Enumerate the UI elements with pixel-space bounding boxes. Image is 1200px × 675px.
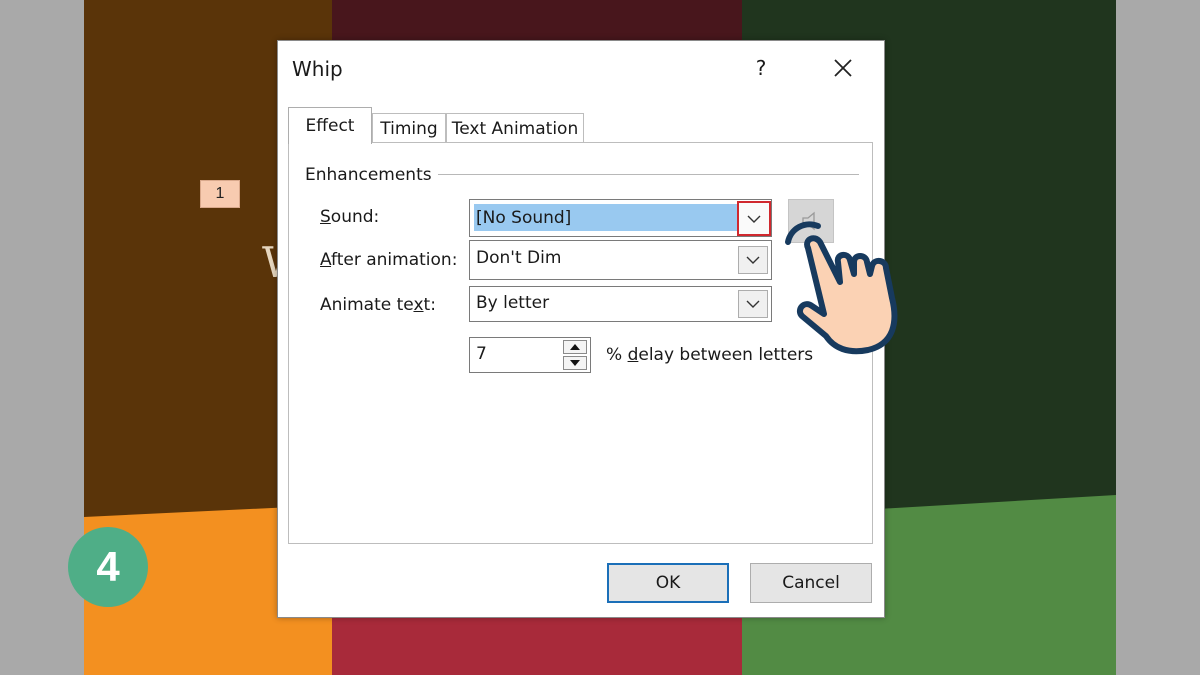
sound-label: Sound: xyxy=(320,207,379,227)
letter-delay-value[interactable]: 7 xyxy=(476,344,487,364)
letter-delay-label-accel: d xyxy=(627,345,639,365)
chevron-down-icon xyxy=(746,256,760,264)
spin-down-button[interactable] xyxy=(563,356,587,370)
step-number-badge: 4 xyxy=(68,527,148,607)
animate-text-label-pre: Animate te xyxy=(320,295,414,315)
close-icon xyxy=(834,59,852,77)
after-animation-dropdown-button[interactable] xyxy=(738,246,768,274)
sound-label-accel: S xyxy=(320,207,331,227)
chevron-down-icon xyxy=(746,300,760,308)
enhancements-group-label: Enhancements xyxy=(305,165,438,185)
triangle-up-icon xyxy=(570,344,580,350)
sound-dropdown-button[interactable] xyxy=(737,201,771,236)
triangle-down-icon xyxy=(570,360,580,366)
close-button[interactable] xyxy=(826,51,860,85)
sound-dropdown[interactable]: [No Sound] xyxy=(469,199,772,237)
letter-delay-spinner[interactable]: 7 xyxy=(469,337,591,373)
animate-text-dropdown[interactable]: By letter xyxy=(469,286,772,322)
help-button[interactable]: ? xyxy=(746,53,776,83)
letter-delay-label-pre: % xyxy=(606,345,628,365)
animate-text-label: Animate text: xyxy=(320,295,436,315)
after-animation-value: Don't Dim xyxy=(476,248,562,268)
animate-text-label-accel: x xyxy=(413,295,424,315)
ok-button[interactable]: OK xyxy=(607,563,729,603)
tab-text-animation[interactable]: Text Animation xyxy=(446,113,584,143)
cancel-button[interactable]: Cancel xyxy=(750,563,872,603)
after-animation-dropdown[interactable]: Don't Dim xyxy=(469,240,772,280)
tab-effect[interactable]: Effect xyxy=(288,107,372,144)
spin-up-button[interactable] xyxy=(563,340,587,354)
animate-text-label-post: t: xyxy=(423,295,436,315)
tab-timing[interactable]: Timing xyxy=(372,113,446,143)
sound-label-rest: ound: xyxy=(330,207,380,227)
animate-text-value: By letter xyxy=(476,293,550,313)
hand-pointer-icon xyxy=(785,221,898,355)
after-animation-label-accel: A xyxy=(320,250,332,270)
dialog-titlebar: Whip ? xyxy=(278,41,884,97)
sound-value: [No Sound] xyxy=(474,204,738,231)
after-animation-label-rest: fter animation: xyxy=(331,250,458,270)
dialog-title: Whip xyxy=(292,57,343,81)
animate-text-dropdown-button[interactable] xyxy=(738,290,768,318)
after-animation-label: After animation: xyxy=(320,250,457,270)
animation-order-tag[interactable]: 1 xyxy=(200,180,240,208)
chevron-down-icon xyxy=(747,215,761,223)
group-divider xyxy=(429,174,859,175)
